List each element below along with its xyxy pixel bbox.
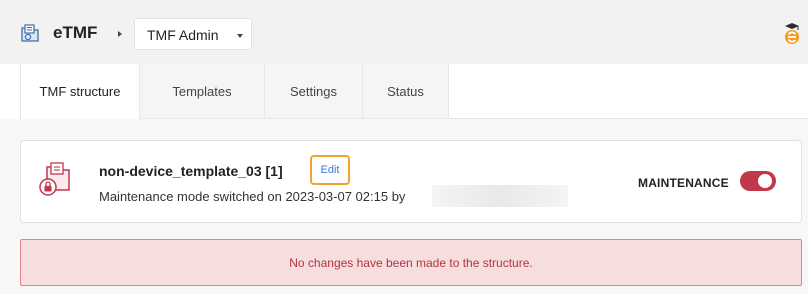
toggle-knob <box>758 174 772 188</box>
breadcrumb-caret-icon <box>118 31 122 37</box>
brand-logo-icon[interactable] <box>782 22 802 46</box>
template-card: non-device_template_03 [1] Edit Maintena… <box>20 140 802 223</box>
tab-templates[interactable]: Templates <box>140 64 265 119</box>
template-title: non-device_template_03 [1] <box>99 163 283 179</box>
app-name: eTMF <box>53 23 98 42</box>
toggle-on-indicator <box>745 176 749 180</box>
redacted-username <box>432 185 568 207</box>
workspace-dropdown[interactable]: TMF Admin <box>134 18 252 50</box>
edit-button[interactable]: Edit <box>310 155 350 185</box>
tab-settings[interactable]: Settings <box>265 64 363 119</box>
tab-label: Settings <box>290 83 337 99</box>
workspace-dropdown-label: TMF Admin <box>147 27 219 43</box>
tab-status[interactable]: Status <box>363 64 449 119</box>
tab-label: Templates <box>172 83 232 99</box>
maintenance-status-text: Maintenance mode switched on 2023-03-07 … <box>99 189 406 204</box>
alert-banner: No changes have been made to the structu… <box>20 239 802 286</box>
tab-bar: TMF structure Templates Settings Status <box>0 64 808 119</box>
edit-button-label: Edit <box>320 164 340 176</box>
tab-label: TMF structure <box>39 84 121 99</box>
alert-message: No changes have been made to the structu… <box>289 255 533 270</box>
chevron-down-icon <box>237 34 243 38</box>
locked-folder-icon <box>39 162 70 196</box>
top-bar: eTMF TMF Admin <box>0 0 808 64</box>
etmf-folder-icon <box>21 24 39 42</box>
tab-tmf-structure[interactable]: TMF structure <box>21 64 140 119</box>
main-content: non-device_template_03 [1] Edit Maintena… <box>0 119 808 294</box>
maintenance-label: MAINTENANCE <box>638 176 729 190</box>
maintenance-toggle[interactable] <box>740 171 776 191</box>
tab-label: Status <box>387 83 424 99</box>
